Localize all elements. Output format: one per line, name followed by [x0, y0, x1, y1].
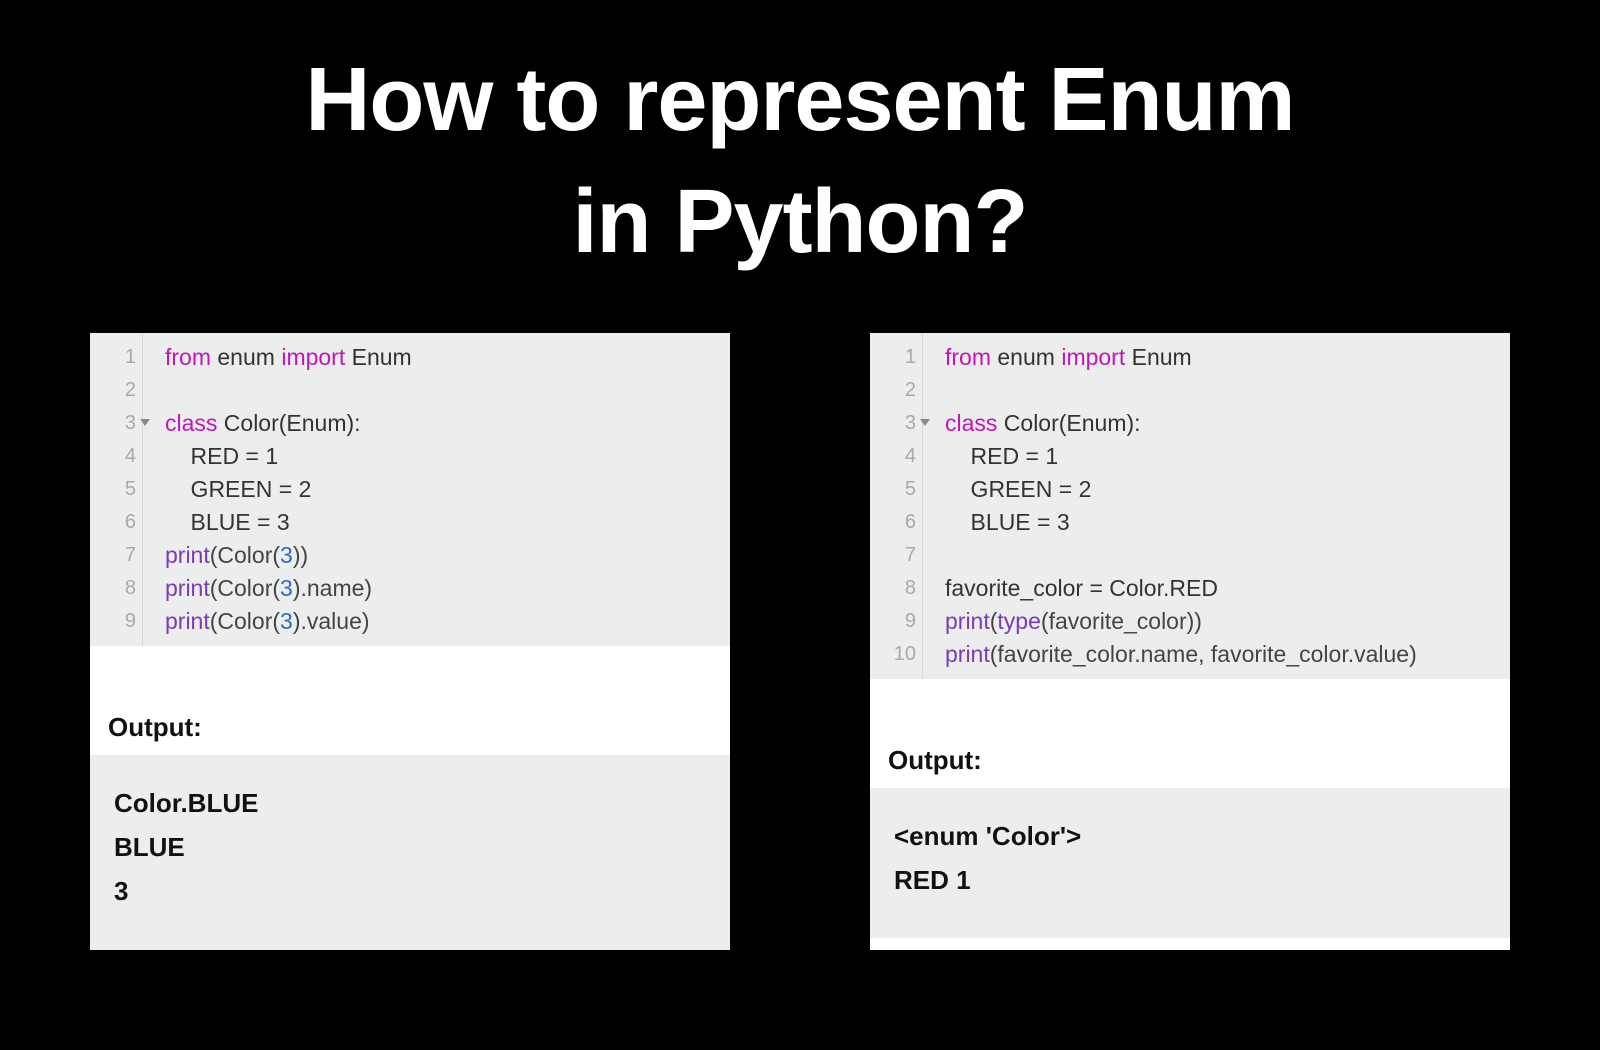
title-line-2: in Python?	[0, 162, 1600, 284]
right-code-block: 1 2 3 4 5 6 7 8 9 10 from enum import En…	[870, 333, 1510, 679]
line-number: 3	[90, 407, 136, 440]
right-output-box: <enum 'Color'> RED 1	[870, 788, 1510, 938]
right-gutter: 1 2 3 4 5 6 7 8 9 10	[870, 333, 923, 679]
line-number: 5	[90, 473, 136, 506]
left-code-block: 1 2 3 4 5 6 7 8 9 from enum import Enum …	[90, 333, 730, 646]
line-number: 4	[870, 440, 916, 473]
right-code: from enum import Enum class Color(Enum):…	[923, 333, 1427, 679]
line-number: 7	[870, 539, 916, 572]
code-line: print(Color(3))	[165, 539, 412, 572]
line-number: 4	[90, 440, 136, 473]
line-number: 1	[90, 341, 136, 374]
code-line: print(Color(3).name)	[165, 572, 412, 605]
left-output-label: Output:	[90, 686, 730, 755]
left-code: from enum import Enum class Color(Enum):…	[143, 333, 422, 646]
output-line: <enum 'Color'>	[894, 814, 1486, 858]
line-number: 6	[870, 506, 916, 539]
right-output-label: Output:	[870, 719, 1510, 788]
line-number: 1	[870, 341, 916, 374]
line-number: 5	[870, 473, 916, 506]
output-line: RED 1	[894, 858, 1486, 902]
line-number: 2	[90, 374, 136, 407]
line-number: 2	[870, 374, 916, 407]
line-number: 8	[870, 572, 916, 605]
code-line: GREEN = 2	[165, 473, 412, 506]
output-line: 3	[114, 869, 706, 913]
code-line: from enum import Enum	[945, 341, 1417, 374]
code-line: RED = 1	[165, 440, 412, 473]
right-panel: 1 2 3 4 5 6 7 8 9 10 from enum import En…	[870, 333, 1510, 950]
code-line: BLUE = 3	[945, 506, 1417, 539]
code-line: RED = 1	[945, 440, 1417, 473]
code-line	[945, 374, 1417, 407]
line-number: 10	[870, 638, 916, 671]
code-line: from enum import Enum	[165, 341, 412, 374]
spacer	[90, 646, 730, 686]
code-line: GREEN = 2	[945, 473, 1417, 506]
panels-row: 1 2 3 4 5 6 7 8 9 from enum import Enum …	[0, 333, 1600, 950]
code-line	[945, 539, 1417, 572]
code-line: print(type(favorite_color))	[945, 605, 1417, 638]
output-line: Color.BLUE	[114, 781, 706, 825]
line-number: 8	[90, 572, 136, 605]
line-number: 6	[90, 506, 136, 539]
code-line: favorite_color = Color.RED	[945, 572, 1417, 605]
line-number: 9	[90, 605, 136, 638]
code-line: BLUE = 3	[165, 506, 412, 539]
line-number: 9	[870, 605, 916, 638]
code-line: print(Color(3).value)	[165, 605, 412, 638]
code-line: class Color(Enum):	[945, 407, 1417, 440]
output-line: BLUE	[114, 825, 706, 869]
title-line-1: How to represent Enum	[0, 40, 1600, 162]
line-number: 3	[870, 407, 916, 440]
code-line: print(favorite_color.name, favorite_colo…	[945, 638, 1417, 671]
line-number: 7	[90, 539, 136, 572]
code-line: class Color(Enum):	[165, 407, 412, 440]
left-gutter: 1 2 3 4 5 6 7 8 9	[90, 333, 143, 646]
left-output-box: Color.BLUE BLUE 3	[90, 755, 730, 950]
spacer	[870, 679, 1510, 719]
left-panel: 1 2 3 4 5 6 7 8 9 from enum import Enum …	[90, 333, 730, 950]
code-line	[165, 374, 412, 407]
page-title: How to represent Enum in Python?	[0, 0, 1600, 283]
